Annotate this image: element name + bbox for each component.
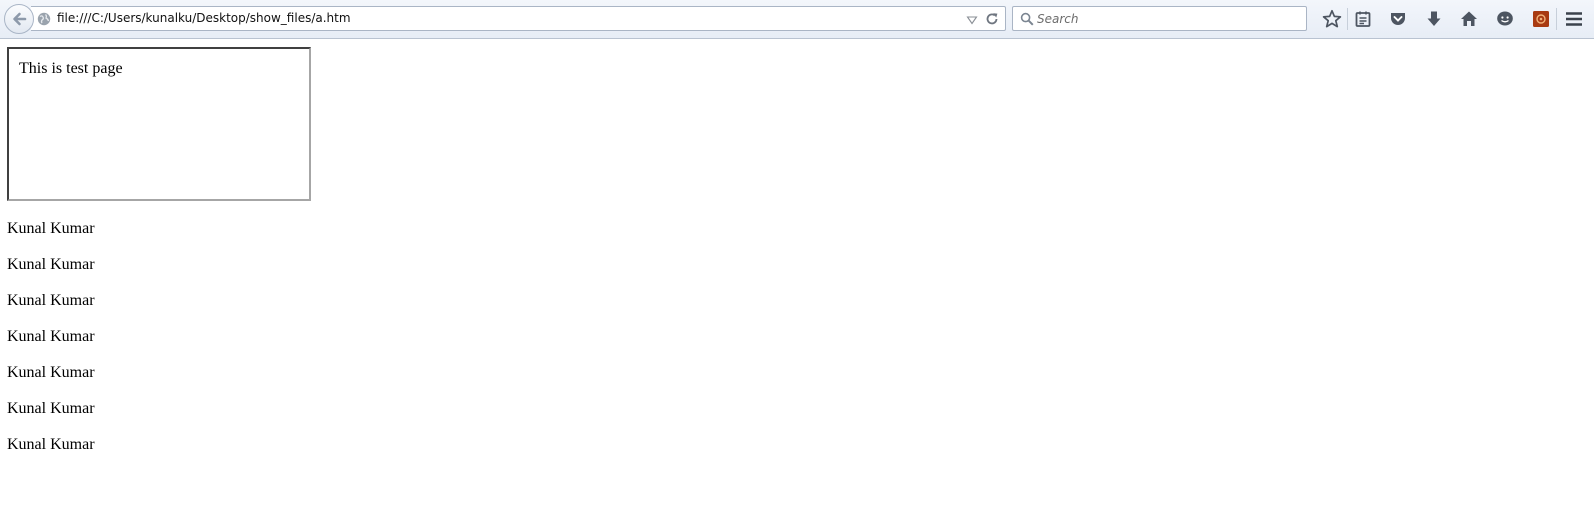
reload-icon[interactable] — [985, 12, 999, 26]
history-dropdown-icon[interactable] — [966, 14, 978, 26]
download-icon — [1427, 11, 1441, 26]
name-line: Kunal Kumar — [7, 400, 95, 417]
addon-icon — [1533, 11, 1549, 27]
address-bar[interactable]: file:///C:/Users/kunalku/Desktop/show_fi… — [31, 6, 1006, 31]
home-button[interactable] — [1458, 8, 1480, 30]
bookmark-star-button[interactable] — [1321, 8, 1343, 30]
home-icon — [1461, 11, 1477, 26]
downloads-button[interactable] — [1423, 8, 1445, 30]
search-input[interactable] — [1037, 10, 1297, 27]
name-line: Kunal Kumar — [7, 256, 95, 273]
chat-icon — [1497, 11, 1513, 26]
menu-icon — [1566, 12, 1582, 26]
pocket-icon — [1391, 13, 1405, 25]
browser-toolbar: file:///C:/Users/kunalku/Desktop/show_fi… — [0, 0, 1594, 39]
search-icon — [1020, 12, 1034, 26]
back-arrow-icon — [13, 12, 27, 26]
name-line: Kunal Kumar — [7, 364, 95, 381]
back-button[interactable] — [4, 4, 34, 34]
star-icon — [1322, 9, 1342, 28]
globe-icon — [37, 12, 51, 26]
iframe-box: This is test page — [7, 47, 311, 201]
name-line: Kunal Kumar — [7, 436, 95, 453]
name-line: Kunal Kumar — [7, 220, 95, 237]
url-text: file:///C:/Users/kunalku/Desktop/show_fi… — [57, 11, 351, 25]
open-menu-button[interactable] — [1563, 8, 1585, 30]
name-line: Kunal Kumar — [7, 292, 95, 309]
toolbar-separator — [1556, 8, 1557, 30]
pocket-button[interactable] — [1387, 8, 1409, 30]
search-bar[interactable] — [1012, 6, 1307, 31]
toolbar-separator — [1347, 8, 1348, 30]
reading-list-button[interactable] — [1352, 8, 1374, 30]
reading-list-icon — [1355, 11, 1371, 27]
name-line: Kunal Kumar — [7, 328, 95, 345]
frame-text: This is test page — [19, 60, 123, 77]
addon-button[interactable] — [1530, 8, 1552, 30]
hello-button[interactable] — [1494, 8, 1516, 30]
